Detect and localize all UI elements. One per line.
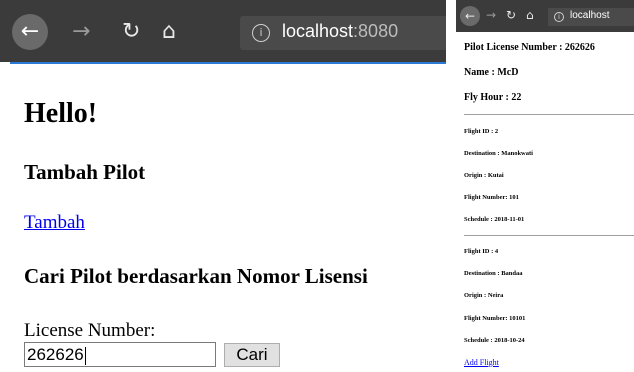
license-number-label: License Number: (24, 320, 156, 341)
flight-origin: Origin : Neira (464, 292, 504, 299)
pilot-license-number: Pilot License Number : 262626 (464, 42, 595, 53)
page-title: Hello! (24, 98, 98, 129)
text-caret (84, 346, 86, 365)
address-bar[interactable]: i localhost:8080 (240, 16, 446, 50)
add-flight-link[interactable]: Add Flight (464, 358, 499, 367)
flight-origin: Origin : Kutai (464, 172, 504, 179)
back-arrow-icon: ← (20, 19, 40, 44)
home-icon[interactable]: ⌂ (526, 7, 534, 23)
back-button[interactable]: ← (12, 14, 48, 50)
info-icon[interactable]: i (554, 12, 564, 22)
back-arrow-icon: ← (464, 9, 476, 23)
reload-icon[interactable]: ↻ (506, 7, 516, 23)
section-divider (464, 114, 634, 115)
search-button[interactable]: Cari (224, 343, 280, 367)
pilot-fly-hour: Fly Hour : 22 (464, 92, 522, 103)
left-browser-window: ← → ↻ ⌂ i localhost:8080 Hello! Tambah P… (0, 0, 446, 372)
info-icon[interactable]: i (252, 24, 270, 42)
address-bar[interactable]: i localhost (548, 8, 634, 26)
section-divider (464, 235, 634, 236)
flight-destination: Destination : Bandaa (464, 270, 523, 277)
home-icon[interactable]: ⌂ (162, 18, 176, 46)
pilot-name: Name : McD (464, 67, 519, 78)
address-url: localhost (570, 10, 610, 21)
forward-arrow-icon[interactable]: → (486, 7, 496, 23)
flight-id: Flight ID : 4 (464, 248, 499, 255)
add-pilot-link[interactable]: Tambah (24, 212, 85, 234)
reload-icon[interactable]: ↻ (122, 18, 140, 46)
add-pilot-heading: Tambah Pilot (24, 160, 146, 184)
back-button[interactable]: ← (460, 6, 480, 26)
flight-schedule: Schedule : 2018-11-01 (464, 216, 525, 223)
forward-arrow-icon[interactable]: → (72, 18, 90, 46)
flight-schedule: Schedule : 2018-10-24 (464, 337, 525, 344)
right-browser-window: ← → ↻ ⌂ i localhost Pilot License Number… (456, 0, 634, 372)
toolbar-divider (10, 62, 446, 64)
license-number-value: 262626 (27, 345, 84, 364)
browser-toolbar: ← → ↻ ⌂ i localhost:8080 (0, 0, 446, 62)
flight-destination: Destination : Manokwati (464, 150, 533, 157)
flight-number: Flight Number: 10101 (464, 315, 526, 322)
address-url: localhost:8080 (282, 21, 399, 41)
browser-toolbar: ← → ↻ ⌂ i localhost (456, 0, 634, 32)
flight-number: Flight Number: 101 (464, 194, 519, 201)
flight-id: Flight ID : 2 (464, 128, 499, 135)
search-pilot-heading: Cari Pilot berdasarkan Nomor Lisensi (24, 264, 368, 288)
license-number-input[interactable]: 262626 (24, 342, 216, 367)
